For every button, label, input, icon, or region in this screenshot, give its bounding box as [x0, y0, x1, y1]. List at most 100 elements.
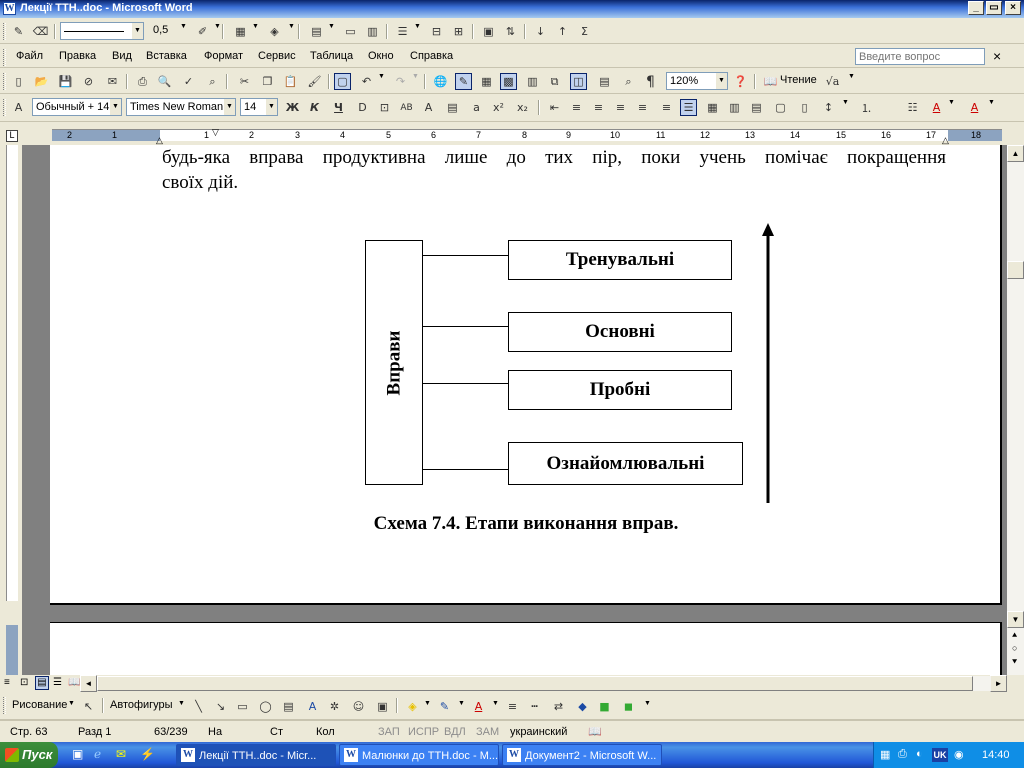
draw-table-icon[interactable]: ✎ [10, 23, 27, 40]
column-split-icon[interactable]: ▥ [726, 99, 743, 116]
insert-picture-icon[interactable]: ▣ [374, 698, 391, 715]
scroll-down-button[interactable]: ▼ [1007, 611, 1024, 628]
paste-icon[interactable]: 📋 [282, 73, 299, 90]
format-painter-icon[interactable]: 🖌 [306, 73, 323, 90]
equation-icon[interactable]: √a [824, 73, 841, 90]
line-style-select[interactable]: ▼ [60, 22, 144, 40]
eraser-icon[interactable]: ⌫ [32, 23, 49, 40]
line-spacing-icon[interactable]: ↕ [820, 99, 837, 116]
justify-icon[interactable]: ☰ [680, 99, 697, 116]
tray-app-icon[interactable]: ◉ [954, 748, 964, 761]
question-input[interactable] [855, 48, 985, 65]
line-color-icon[interactable]: ✎ [436, 698, 453, 715]
cut-icon[interactable]: ✂ [236, 73, 253, 90]
title-bar[interactable]: W Лекції ТТН..doc - Microsoft Word _ ▭ × [0, 0, 1024, 18]
vertical-scrollbar[interactable]: ▲ ▼ ⯅ ○ ⯆ [1007, 145, 1024, 675]
taskbar-item[interactable]: W Малюнки до ТТН.doc - M... [339, 744, 499, 766]
help-icon[interactable]: ❓ [732, 73, 749, 90]
print-icon[interactable]: ⎙ [134, 73, 151, 90]
fill-color-icon[interactable]: ◈ [404, 698, 421, 715]
open-folder-icon[interactable]: 📂 [33, 73, 50, 90]
toolbar-grip[interactable] [3, 697, 6, 714]
document-map-toggle-icon[interactable]: ◫ [570, 73, 587, 90]
arrow-style-icon[interactable]: ⇄ [550, 698, 567, 715]
menu-table[interactable]: Таблица [310, 50, 353, 62]
undo-icon[interactable]: ↶ [358, 73, 375, 90]
menu-tools[interactable]: Сервис [258, 50, 296, 62]
print-preview-icon[interactable]: 🔍 [156, 73, 173, 90]
sort-descending-icon[interactable]: ↑ [554, 23, 571, 40]
character-shading-icon[interactable]: A [420, 99, 437, 116]
align-cell-icon[interactable]: ☰ [394, 23, 411, 40]
toolbar-grip[interactable] [3, 73, 6, 90]
vertical-ruler[interactable] [0, 145, 22, 675]
menu-insert[interactable]: Вставка [146, 50, 187, 62]
toolbar-grip[interactable] [3, 99, 6, 116]
thumbnails-icon[interactable]: ▤ [596, 73, 613, 90]
column-balance-icon[interactable]: ▯ [796, 99, 813, 116]
spelling-icon[interactable]: ✓ [180, 73, 197, 90]
first-line-indent-marker[interactable]: ▽ [212, 127, 219, 138]
close-document-button[interactable]: × [993, 48, 1001, 64]
email-icon[interactable]: ✉ [104, 73, 121, 90]
previous-page-icon[interactable]: ⯅ [1011, 630, 1018, 641]
superscript-icon[interactable]: x² [490, 99, 507, 116]
status-extend[interactable]: ВДЛ [444, 726, 466, 738]
menu-help[interactable]: Справка [410, 50, 453, 62]
minimize-button[interactable]: _ [968, 1, 984, 15]
diagram-icon[interactable]: ✲ [326, 698, 343, 715]
outline-view-icon[interactable]: ☰ [53, 677, 62, 688]
reading-preview-icon[interactable]: ⌕ [620, 73, 637, 90]
close-button[interactable]: × [1005, 1, 1021, 15]
document-map-icon[interactable]: ▢ [334, 73, 351, 90]
autosum-icon[interactable]: Σ [576, 23, 593, 40]
font-select[interactable]: Times New Roman ▼ [126, 98, 236, 116]
subscript-icon[interactable]: x₂ [514, 99, 531, 116]
zoom-select[interactable]: 120% ▼ [666, 72, 728, 90]
normal-view-icon[interactable]: ≡ [4, 677, 10, 688]
merge-cells-icon[interactable]: ▭ [342, 23, 359, 40]
language-indicator[interactable]: UK [932, 748, 948, 762]
toolbar-grip[interactable] [3, 23, 6, 40]
status-record[interactable]: ЗАП [378, 726, 400, 738]
borders-icon[interactable]: ▦ [232, 23, 249, 40]
research-icon[interactable]: ⌕ [204, 73, 221, 90]
quick-launch-icon-2[interactable]: ⚡ [140, 747, 155, 761]
horizontal-scrollbar[interactable] [97, 676, 991, 691]
underline-button[interactable]: Ч [330, 99, 347, 116]
volume-icon[interactable]: ◐ [916, 748, 923, 760]
tab-selector[interactable]: L [6, 130, 18, 142]
menu-grip[interactable] [3, 49, 6, 66]
scroll-right-button[interactable]: ► [990, 675, 1007, 692]
document-page-next[interactable] [50, 622, 1002, 682]
decrease-indent-icon[interactable]: ⇤ [546, 99, 563, 116]
tables-borders-icon[interactable]: ✎ [455, 73, 472, 90]
start-button[interactable]: Пуск [0, 742, 58, 768]
character-scale-icon[interactable]: ▤ [444, 99, 461, 116]
horizontal-ruler[interactable]: 2 1 1 2 3 4 5 6 7 8 9 10 11 12 13 14 15 … [52, 127, 1002, 145]
bullets-icon[interactable]: ☷ [904, 99, 921, 116]
align-center-icon[interactable]: ≡ [590, 99, 607, 116]
oval-icon[interactable]: ◯ [257, 698, 274, 715]
numbering-icon[interactable]: ⒈ [858, 99, 875, 116]
save-icon[interactable]: 💾 [57, 73, 74, 90]
scroll-left-button[interactable]: ◄ [80, 675, 97, 692]
spelling-status-icon[interactable]: 📖 [588, 725, 602, 738]
border-outside-icon[interactable]: ▢ [772, 99, 789, 116]
horizontal-scroll-thumb[interactable] [97, 676, 973, 691]
copy-icon[interactable]: ❐ [259, 73, 276, 90]
style-select[interactable]: Обычный + 14 ▼ [32, 98, 122, 116]
drawing-icon[interactable]: ⧉ [546, 73, 563, 90]
menu-window[interactable]: Окно [368, 50, 394, 62]
clip-art-icon[interactable]: ☺ [350, 698, 367, 715]
web-layout-icon[interactable]: ⊡ [20, 677, 28, 688]
bold-button[interactable]: Ж [284, 99, 301, 116]
3d-settings-icon[interactable]: ◼ [620, 698, 637, 715]
insert-table-toolbar-icon[interactable]: ▦ [478, 73, 495, 90]
split-cells-icon[interactable]: ▥ [364, 23, 381, 40]
cell-align-icon[interactable]: ▦ [704, 99, 721, 116]
menu-file[interactable]: Файл [16, 50, 43, 62]
border-inside-icon[interactable]: ▤ [748, 99, 765, 116]
taskbar-item-active[interactable]: W Лекції ТТН..doc - Micr... [176, 744, 336, 766]
wordart-icon[interactable]: A [304, 698, 321, 715]
